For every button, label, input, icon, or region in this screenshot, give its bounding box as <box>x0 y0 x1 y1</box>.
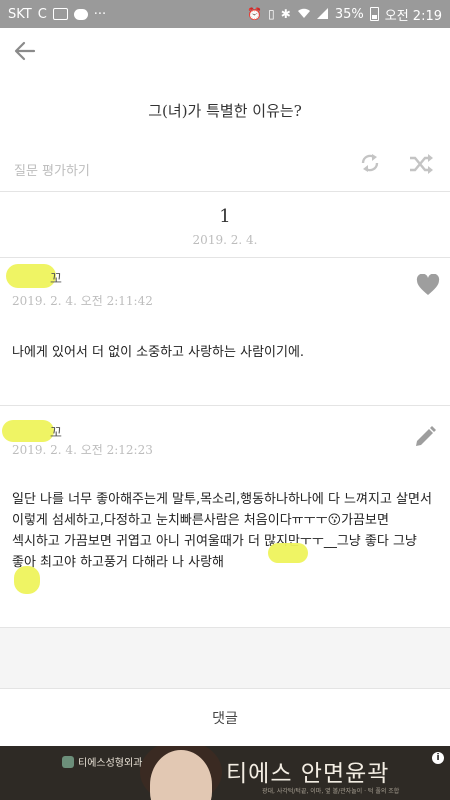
spacer-band <box>0 628 450 688</box>
battery-percent: 35% <box>334 6 364 22</box>
divider <box>0 405 450 406</box>
image-icon <box>52 8 68 20</box>
ad-brand: 티에스성형외과 <box>78 758 143 769</box>
ad-headline: 티에스 안면윤곽 <box>226 761 390 787</box>
redacted-name-highlight <box>2 420 54 442</box>
answer-count: 1 <box>219 206 231 227</box>
redacted-name-highlight <box>14 566 40 594</box>
redacted-name-highlight <box>6 264 56 288</box>
like-button[interactable] <box>416 273 440 296</box>
ad-subtext: 광대, 사각턱/턱끝, 이마, 옆 볼/관자놀이 · 턱 풀의 조합 <box>262 788 400 795</box>
status-bar: SKT C ··· ⏰ ▯ ✱ 35% 오전 2:19 <box>0 0 450 28</box>
rate-question-link[interactable]: 질문 평가하기 <box>14 160 90 179</box>
question-title: 그(녀)가 특별한 이유는? <box>148 102 302 120</box>
clock: 오전 2:19 <box>384 8 442 24</box>
edit-answer-button[interactable] <box>412 424 438 450</box>
shuffle-icon <box>410 154 433 174</box>
divider <box>0 191 450 192</box>
heart-icon <box>416 273 440 295</box>
bluetooth-icon: ✱ <box>280 7 291 21</box>
vibrate-icon: ▯ <box>268 7 275 21</box>
wifi-icon <box>297 8 311 21</box>
status-bar-right: ⏰ ▯ ✱ 35% 오전 2:19 <box>247 5 442 24</box>
battery-icon <box>369 7 379 21</box>
divider <box>0 257 450 258</box>
more-notifications-indicator: ··· <box>93 6 107 22</box>
answer-author: 꼬 <box>50 426 62 441</box>
status-bar-left: SKT C ··· <box>8 7 106 22</box>
answer-author: 꼬 <box>50 272 62 287</box>
answer-text: 일단 나를 너무 좋아해주는게 말투,목소리,행동하나하나에 다 느껴지고 살면… <box>12 492 432 570</box>
alarm-icon: ⏰ <box>247 7 263 21</box>
comment-label: 댓글 <box>212 710 238 727</box>
carrier-extra: C <box>37 6 47 22</box>
comment-button[interactable]: 댓글 <box>0 688 450 746</box>
answer-timestamp: 2019. 2. 4. 오전 2:12:23 <box>12 443 153 457</box>
answer-text: 나에게 있어서 더 없이 소중하고 사랑하는 사람이기에. <box>12 345 305 360</box>
refresh-icon <box>361 154 379 172</box>
back-button[interactable] <box>10 36 40 66</box>
answer-timestamp: 2019. 2. 4. 오전 2:11:42 <box>12 294 153 308</box>
redacted-name-highlight <box>268 543 308 563</box>
answer-date: 2019. 2. 4. <box>192 233 258 247</box>
refresh-button[interactable] <box>357 150 383 176</box>
carrier-label: SKT <box>8 6 32 22</box>
shuffle-button[interactable] <box>408 151 434 177</box>
ad-banner[interactable]: 티에스성형외과 티에스 안면윤곽 광대, 사각턱/턱끝, 이마, 옆 볼/관자놀… <box>0 746 450 800</box>
pencil-icon <box>416 426 436 446</box>
signal-icon <box>316 7 329 21</box>
arrow-left-icon <box>14 41 36 61</box>
clinic-logo-icon <box>62 756 74 768</box>
ad-info-icon[interactable]: i <box>432 752 444 764</box>
message-icon <box>73 8 88 20</box>
